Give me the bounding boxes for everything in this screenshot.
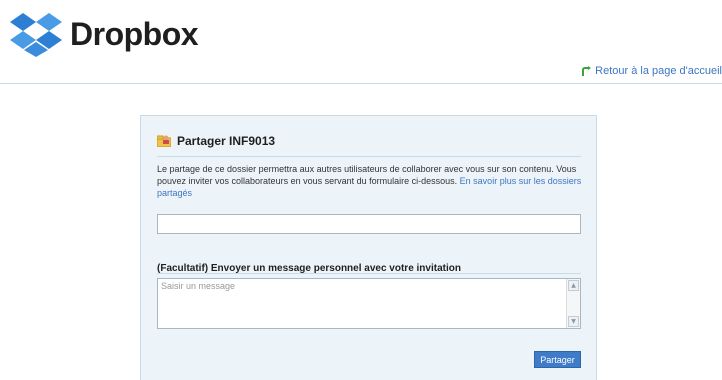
message-placeholder: Saisir un message xyxy=(161,281,236,291)
return-arrow-icon xyxy=(581,65,592,77)
personal-message-textarea[interactable]: Saisir un message ▲ ▼ xyxy=(157,278,581,329)
share-folder-panel: Partager INF9013 Le partage de ce dossie… xyxy=(140,115,597,380)
back-link-label[interactable]: Retour à la page d'accueil xyxy=(595,65,722,77)
scroll-down-icon[interactable]: ▼ xyxy=(568,316,579,327)
logo-text: Dropbox xyxy=(70,16,199,52)
header-divider xyxy=(0,83,722,84)
message-divider xyxy=(157,273,581,274)
title-divider xyxy=(157,156,581,157)
invite-collaborators-input[interactable] xyxy=(157,214,581,234)
share-button[interactable]: Partager xyxy=(534,351,581,368)
message-scrollbar[interactable]: ▲ ▼ xyxy=(566,279,580,328)
scroll-up-icon[interactable]: ▲ xyxy=(568,280,579,291)
panel-title: Partager INF9013 xyxy=(177,134,276,148)
back-to-home-link[interactable]: Retour à la page d'accueil xyxy=(581,65,722,77)
dropbox-logo[interactable]: Dropbox xyxy=(10,6,199,62)
share-description: Le partage de ce dossier permettra aux a… xyxy=(157,163,585,199)
dropbox-box-icon xyxy=(10,11,62,57)
panel-header: Partager INF9013 xyxy=(156,132,276,151)
shared-folder-icon xyxy=(156,132,172,151)
